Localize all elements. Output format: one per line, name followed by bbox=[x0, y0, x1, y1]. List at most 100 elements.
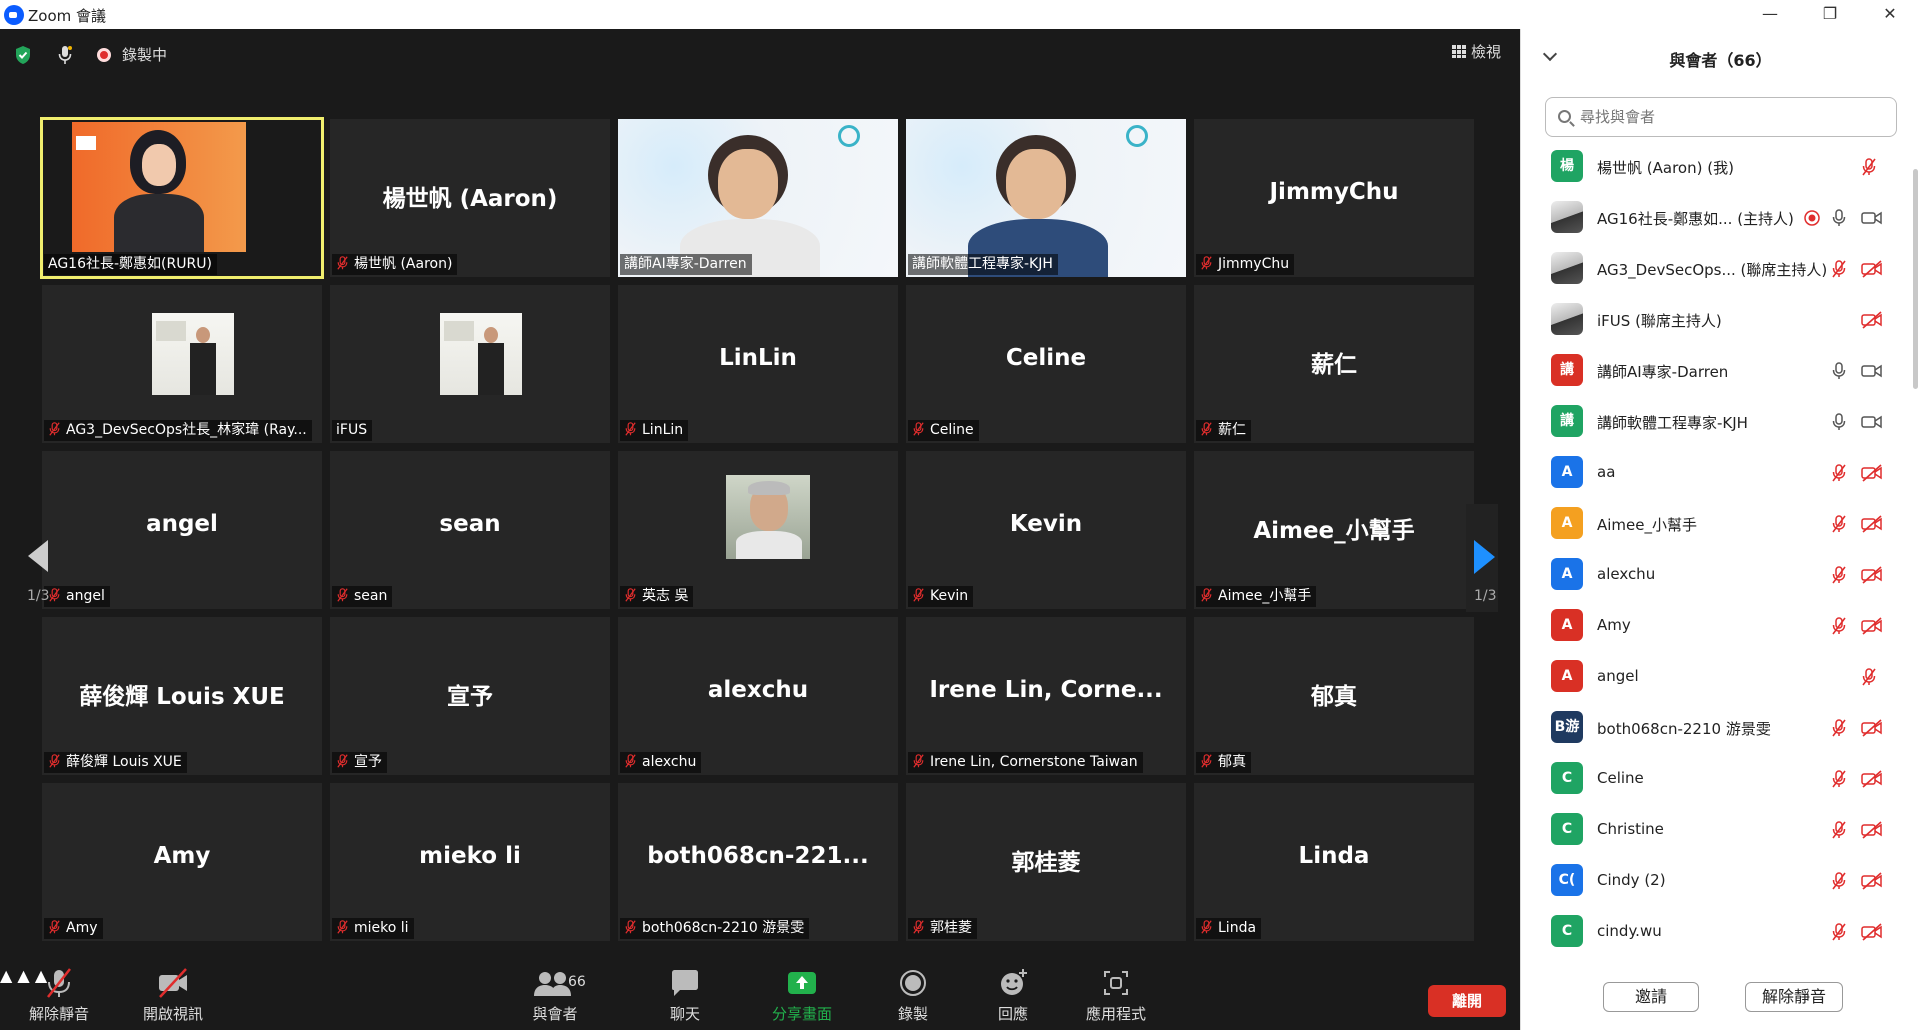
chat-button[interactable]: 聊天 bbox=[664, 966, 706, 1024]
mic-muted-icon[interactable] bbox=[1831, 464, 1853, 484]
mic-muted-icon[interactable] bbox=[1831, 260, 1853, 280]
participant-tile[interactable]: Linda Linda bbox=[1194, 783, 1474, 941]
video-off-icon[interactable] bbox=[1861, 923, 1883, 943]
unmute-me-button[interactable]: 解除靜音 bbox=[1745, 982, 1843, 1012]
search-input[interactable] bbox=[1580, 106, 1880, 128]
participant-tile[interactable]: 宣予 宣予 bbox=[330, 617, 610, 775]
participant-tile[interactable]: Celine Celine bbox=[906, 285, 1186, 443]
share-screen-button[interactable]: 分享畫面 bbox=[764, 966, 840, 1024]
video-icon[interactable] bbox=[1861, 362, 1883, 382]
participant-row[interactable]: Ccindy.wu bbox=[1521, 907, 1911, 958]
participant-list-scrollbar[interactable] bbox=[1913, 169, 1918, 389]
apps-button[interactable]: 應用程式 bbox=[1080, 966, 1152, 1024]
minimize-button[interactable]: — bbox=[1752, 3, 1788, 25]
shield-icon[interactable] bbox=[14, 45, 32, 65]
restore-button[interactable]: ❐ bbox=[1812, 3, 1848, 25]
participant-photo bbox=[726, 475, 810, 559]
participant-row[interactable]: A Amy bbox=[1521, 601, 1911, 652]
participant-tile[interactable]: AG3_DevSecOps社長_林家瑋 (Ray... bbox=[42, 285, 322, 443]
participant-tile[interactable]: 郁真 郁真 bbox=[1194, 617, 1474, 775]
start-video-button[interactable]: 開啟視訊 bbox=[140, 966, 206, 1024]
mic-muted-icon[interactable] bbox=[1831, 566, 1853, 586]
participant-tile[interactable]: Kevin Kevin bbox=[906, 451, 1186, 609]
mic-muted-icon[interactable] bbox=[1861, 158, 1883, 178]
participant-tile[interactable]: Irene Lin, Corne... Irene Lin, Cornerston… bbox=[906, 617, 1186, 775]
participant-row[interactable]: Aangel bbox=[1521, 652, 1911, 703]
participant-tile[interactable]: Amy Amy bbox=[42, 783, 322, 941]
mic-muted-icon bbox=[336, 256, 349, 270]
participant-row[interactable]: C Christine bbox=[1521, 805, 1911, 856]
participant-row[interactable]: Aalexchu bbox=[1521, 550, 1911, 601]
recording-icon[interactable] bbox=[1803, 209, 1825, 229]
participant-name: Kevin bbox=[930, 588, 969, 604]
participant-tile[interactable]: 英志 吳 bbox=[618, 451, 898, 609]
participant-tile[interactable]: JimmyChu JimmyChu bbox=[1194, 119, 1474, 277]
participant-row[interactable]: 講講師AI專家-Darren bbox=[1521, 346, 1911, 397]
participant-tile[interactable]: Aimee_小幫手 Aimee_小幫手 bbox=[1194, 451, 1474, 609]
participant-tile[interactable]: 郭桂菱 郭桂菱 bbox=[906, 783, 1186, 941]
participant-row[interactable]: Aaa bbox=[1521, 448, 1911, 499]
mic-muted-icon[interactable] bbox=[1831, 515, 1853, 535]
video-off-icon[interactable] bbox=[1861, 617, 1883, 637]
participant-name: 郭桂菱 bbox=[930, 920, 972, 936]
mic-muted-icon[interactable] bbox=[1831, 923, 1853, 943]
mic-muted-icon[interactable] bbox=[1831, 617, 1853, 637]
participant-tile[interactable]: 講師AI專家-Darren bbox=[618, 119, 898, 277]
video-off-icon[interactable] bbox=[1861, 311, 1883, 331]
mic-muted-icon[interactable] bbox=[1831, 719, 1853, 739]
participant-tile[interactable]: LinLin LinLin bbox=[618, 285, 898, 443]
mic-muted-icon[interactable] bbox=[1831, 872, 1853, 892]
participant-list-name: aa bbox=[1597, 463, 1616, 481]
participant-tile[interactable]: alexchu alexchu bbox=[618, 617, 898, 775]
unmute-button[interactable]: 解除靜音 bbox=[26, 966, 92, 1024]
audio-options-caret-icon[interactable]: ▲ bbox=[0, 966, 12, 985]
video-icon[interactable] bbox=[1861, 413, 1883, 433]
participant-row[interactable]: A Aimee_小幫手 bbox=[1521, 499, 1911, 550]
participant-row[interactable]: C(Cindy (2) bbox=[1521, 856, 1911, 907]
record-button[interactable]: 錄製 bbox=[892, 966, 934, 1024]
previous-page-button[interactable]: 1/3 bbox=[20, 504, 52, 612]
participant-name-label: AG3_DevSecOps社長_林家瑋 (Ray... bbox=[44, 420, 312, 441]
video-off-icon[interactable] bbox=[1861, 566, 1883, 586]
mic-icon[interactable] bbox=[1831, 413, 1853, 433]
participant-row[interactable]: 講講師軟體工程專家-KJH bbox=[1521, 397, 1911, 448]
video-off-icon[interactable] bbox=[1861, 464, 1883, 484]
participant-tile[interactable]: both068cn-221... both068cn-2210 游景雯 bbox=[618, 783, 898, 941]
participant-tile[interactable]: mieko li mieko li bbox=[330, 783, 610, 941]
video-off-icon[interactable] bbox=[1861, 770, 1883, 790]
close-button[interactable]: ✕ bbox=[1872, 3, 1908, 25]
participant-tile[interactable]: angel angel bbox=[42, 451, 322, 609]
participant-row[interactable]: AG3_DevSecOps... (聯席主持人) bbox=[1521, 244, 1911, 295]
participant-tile[interactable]: 楊世帆 (Aaron) 楊世帆 (Aaron) bbox=[330, 119, 610, 277]
participants-panel: 與會者（66） 楊楊世帆 (Aaron) (我) AG16社長-鄭惠如... (主… bbox=[1520, 29, 1920, 1030]
mic-icon[interactable] bbox=[1831, 209, 1853, 229]
participant-tile[interactable]: 講師軟體工程專家-KJH bbox=[906, 119, 1186, 277]
video-icon[interactable] bbox=[1861, 209, 1883, 229]
invite-button[interactable]: 邀請 bbox=[1603, 982, 1699, 1012]
participant-row[interactable]: iFUS (聯席主持人) bbox=[1521, 295, 1911, 346]
participant-search[interactable] bbox=[1545, 97, 1897, 137]
participant-row[interactable]: AG16社長-鄭惠如... (主持人) bbox=[1521, 193, 1911, 244]
reactions-button[interactable]: 回應 bbox=[992, 966, 1034, 1024]
participant-tile[interactable]: 薛俊輝 Louis XUE 薛俊輝 Louis XUE bbox=[42, 617, 322, 775]
leave-button[interactable]: 離開 bbox=[1428, 985, 1506, 1017]
video-off-icon[interactable] bbox=[1861, 260, 1883, 280]
participant-row[interactable]: 楊楊世帆 (Aaron) (我) bbox=[1521, 142, 1911, 193]
participant-tile[interactable]: sean sean bbox=[330, 451, 610, 609]
mic-muted-icon[interactable] bbox=[1831, 821, 1853, 841]
participant-row[interactable]: C Celine bbox=[1521, 754, 1911, 805]
participant-tile[interactable]: AG16社長-鄭惠如(RURU) bbox=[40, 117, 324, 279]
start-video-label: 開啟視訊 bbox=[142, 1005, 203, 1023]
mic-icon[interactable] bbox=[1831, 362, 1853, 382]
participant-tile[interactable]: 薪仁 薪仁 bbox=[1194, 285, 1474, 443]
mic-muted-icon[interactable] bbox=[1861, 668, 1883, 688]
mic-muted-icon[interactable] bbox=[1831, 770, 1853, 790]
video-off-icon[interactable] bbox=[1861, 719, 1883, 739]
view-button[interactable]: 檢視 bbox=[1452, 41, 1501, 62]
video-off-icon[interactable] bbox=[1861, 821, 1883, 841]
video-off-icon[interactable] bbox=[1861, 872, 1883, 892]
participant-tile[interactable]: iFUS bbox=[330, 285, 610, 443]
participant-row[interactable]: B游 both068cn-2210 游景雯 bbox=[1521, 703, 1911, 754]
video-off-icon[interactable] bbox=[1861, 515, 1883, 535]
next-page-button[interactable]: 1/3 bbox=[1466, 504, 1498, 612]
